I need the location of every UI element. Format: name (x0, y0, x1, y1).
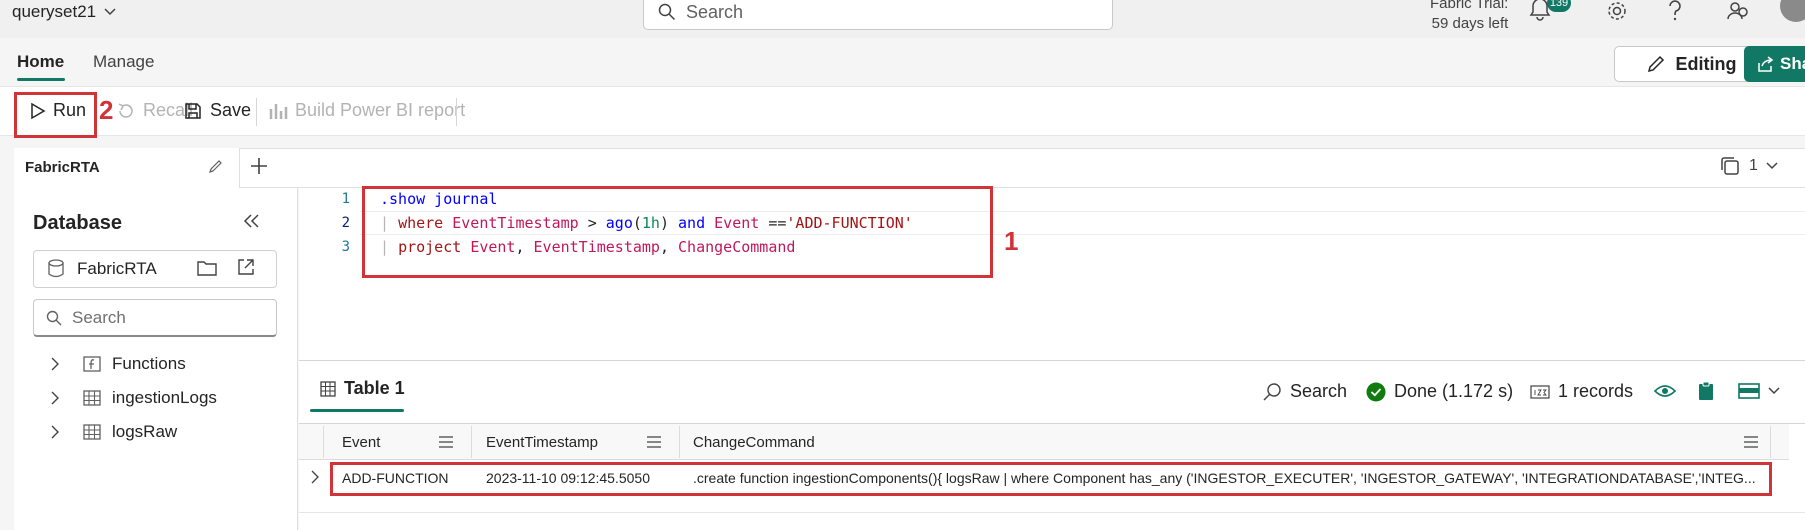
database-search-input[interactable]: Search (33, 299, 277, 337)
record-count-icon (1530, 384, 1550, 400)
global-search-placeholder: Search (686, 1, 744, 22)
bar-chart-icon (268, 101, 288, 121)
results-tab-underline (310, 409, 404, 412)
tree-item-label: Functions (112, 354, 186, 373)
line-number: 1 (341, 191, 350, 207)
add-tab-icon[interactable] (249, 156, 269, 176)
run-highlight-box (14, 92, 97, 138)
copy-tabs-icon (1719, 155, 1741, 177)
column-header-eventtimestamp[interactable]: EventTimestamp (486, 434, 598, 451)
search-icon (658, 3, 676, 21)
tab-home[interactable]: Home (17, 52, 64, 72)
results-tab-label: Table 1 (344, 378, 405, 398)
tree-item-label: ingestionLogs (112, 388, 217, 407)
share-label: Sha (1780, 54, 1805, 73)
line-number: 3 (341, 239, 350, 255)
function-icon (82, 354, 102, 374)
chevron-right-icon (50, 425, 60, 439)
status-label: Done (1.172 s) (1394, 381, 1514, 401)
results-search-button[interactable]: Search (1262, 381, 1347, 402)
trial-label: Fabric Trial: (1430, 0, 1509, 12)
column-divider (323, 426, 324, 458)
ribbon-tabs (0, 38, 1805, 84)
tree-item-ingestionlogs[interactable]: ingestionLogs (50, 388, 217, 408)
gear-icon[interactable] (1606, 0, 1628, 22)
item-name-switcher[interactable]: queryset21 (12, 2, 116, 22)
toolbar-divider (456, 98, 457, 126)
chevron-right-icon (50, 357, 60, 371)
search-icon (1262, 382, 1282, 402)
toolbar-divider (256, 98, 257, 126)
rename-pencil-icon[interactable] (208, 158, 224, 174)
share-icon (1756, 55, 1774, 73)
chevron-down-icon (1768, 387, 1780, 395)
app-title: queryset21 (12, 2, 97, 21)
column-divider (679, 426, 680, 458)
results-tab-table1[interactable]: Table 1 (320, 378, 405, 399)
build-power-bi-report-button[interactable]: Build Power BI report (268, 100, 465, 121)
search-icon (46, 310, 62, 326)
table-icon (82, 389, 102, 407)
folder-icon[interactable] (196, 258, 218, 278)
save-label: Save (210, 100, 252, 120)
share-button[interactable]: Sha (1744, 46, 1805, 82)
records-label: 1 records (1558, 381, 1634, 401)
save-icon (183, 101, 203, 121)
chevron-right-icon (50, 391, 60, 405)
row-expand-icon[interactable] (310, 470, 320, 484)
check-circle-icon (1366, 382, 1386, 402)
chevron-down-icon (104, 8, 116, 16)
line-number: 2 (341, 215, 350, 231)
clipboard-icon[interactable] (1697, 380, 1715, 402)
callout-run: 2 (99, 95, 114, 125)
trial-status[interactable]: Fabric Trial: 59 days left (1430, 0, 1508, 34)
tab-count-dropdown[interactable]: 1 (1719, 155, 1778, 177)
table-icon (320, 380, 336, 397)
collapse-pane-icon[interactable] (243, 213, 261, 229)
recall-button[interactable]: Recall (116, 100, 193, 121)
global-search-input[interactable]: Search (643, 0, 1113, 30)
build-report-label: Build Power BI report (295, 100, 466, 120)
column-menu-icon[interactable] (439, 436, 453, 448)
query-tab-strip (14, 148, 1805, 188)
editing-label: Editing (1675, 53, 1737, 74)
database-search-placeholder: Search (72, 307, 126, 327)
recall-icon (116, 101, 136, 121)
column-divider (1770, 426, 1771, 458)
code-highlight-box (362, 186, 993, 278)
table-icon (82, 423, 102, 441)
layout-icon (1738, 383, 1760, 399)
query-tab-label: FabricRTA (25, 159, 100, 176)
pencil-icon (1646, 54, 1666, 74)
tree-item-logsraw[interactable]: logsRaw (50, 422, 177, 442)
save-button[interactable]: Save (183, 100, 251, 121)
row-divider (299, 512, 1805, 513)
database-icon (47, 258, 67, 280)
column-menu-icon[interactable] (1744, 436, 1758, 448)
column-menu-icon[interactable] (647, 436, 661, 448)
notifications-badge: 139 (1547, 0, 1571, 12)
record-count: 1 records (1530, 381, 1633, 402)
tab-manage[interactable]: Manage (93, 52, 154, 72)
database-pane-title: Database (33, 212, 122, 234)
feedback-icon[interactable] (1727, 0, 1749, 22)
tree-item-functions[interactable]: Functions (50, 354, 186, 374)
open-external-icon[interactable] (236, 257, 256, 277)
eye-icon[interactable] (1654, 382, 1676, 400)
row-highlight-box (330, 462, 1772, 496)
results-search-label: Search (1290, 381, 1348, 401)
tab-count: 1 (1749, 157, 1758, 174)
column-divider (471, 426, 472, 458)
column-header-changecommand[interactable]: ChangeCommand (693, 434, 815, 451)
layout-dropdown[interactable] (1738, 383, 1780, 399)
trial-days-left: 59 days left (1431, 15, 1509, 32)
tab-home-underline (17, 78, 65, 81)
chevron-down-icon (1766, 162, 1778, 170)
tree-item-label: logsRaw (112, 422, 178, 441)
help-icon[interactable] (1667, 0, 1683, 22)
selected-database-name: FabricRTA (77, 259, 157, 278)
query-status: Done (1.172 s) (1366, 381, 1513, 402)
column-header-event[interactable]: Event (342, 434, 380, 451)
callout-code: 1 (1004, 226, 1019, 256)
